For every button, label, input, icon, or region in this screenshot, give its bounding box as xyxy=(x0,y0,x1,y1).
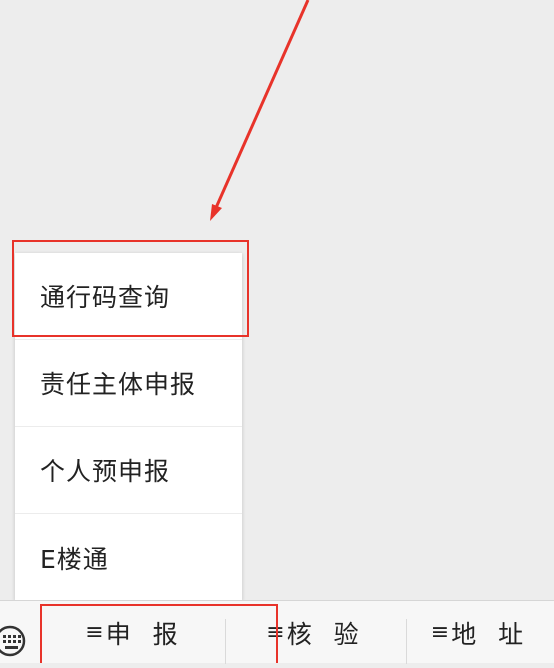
menu-lines-icon: ≡ xyxy=(266,620,285,645)
keyboard-icon xyxy=(0,625,26,657)
bottom-menu-bar: ≡ 申 报 ≡ 核 验 ≡ 地 址 xyxy=(0,600,554,664)
tab-label: 申 报 xyxy=(105,619,185,649)
tab-label: 地 址 xyxy=(451,619,531,649)
keyboard-toggle-button[interactable] xyxy=(0,601,36,664)
popup-menu: 通行码查询 责任主体申报 个人预申报 E楼通 xyxy=(15,253,242,601)
menu-lines-icon: ≡ xyxy=(85,620,104,645)
menu-item-personal-pre-declaration[interactable]: 个人预申报 xyxy=(15,427,242,514)
tab-declare[interactable]: ≡ 申 报 xyxy=(45,601,225,664)
tab-address[interactable]: ≡ 地 址 xyxy=(407,601,554,664)
menu-item-responsible-entity-declaration[interactable]: 责任主体申报 xyxy=(15,340,242,427)
tab-verify[interactable]: ≡ 核 验 xyxy=(226,601,406,664)
menu-lines-icon: ≡ xyxy=(430,620,450,645)
menu-item-pass-code-query[interactable]: 通行码查询 xyxy=(15,253,242,340)
menu-item-label: 责任主体申报 xyxy=(40,370,197,399)
menu-item-label: E楼通 xyxy=(40,544,109,574)
menu-item-label: 通行码查询 xyxy=(40,283,171,312)
tab-label: 核 验 xyxy=(286,619,366,649)
menu-item-label: 个人预申报 xyxy=(40,457,171,486)
menu-item-e-building-pass[interactable]: E楼通 xyxy=(15,514,242,601)
